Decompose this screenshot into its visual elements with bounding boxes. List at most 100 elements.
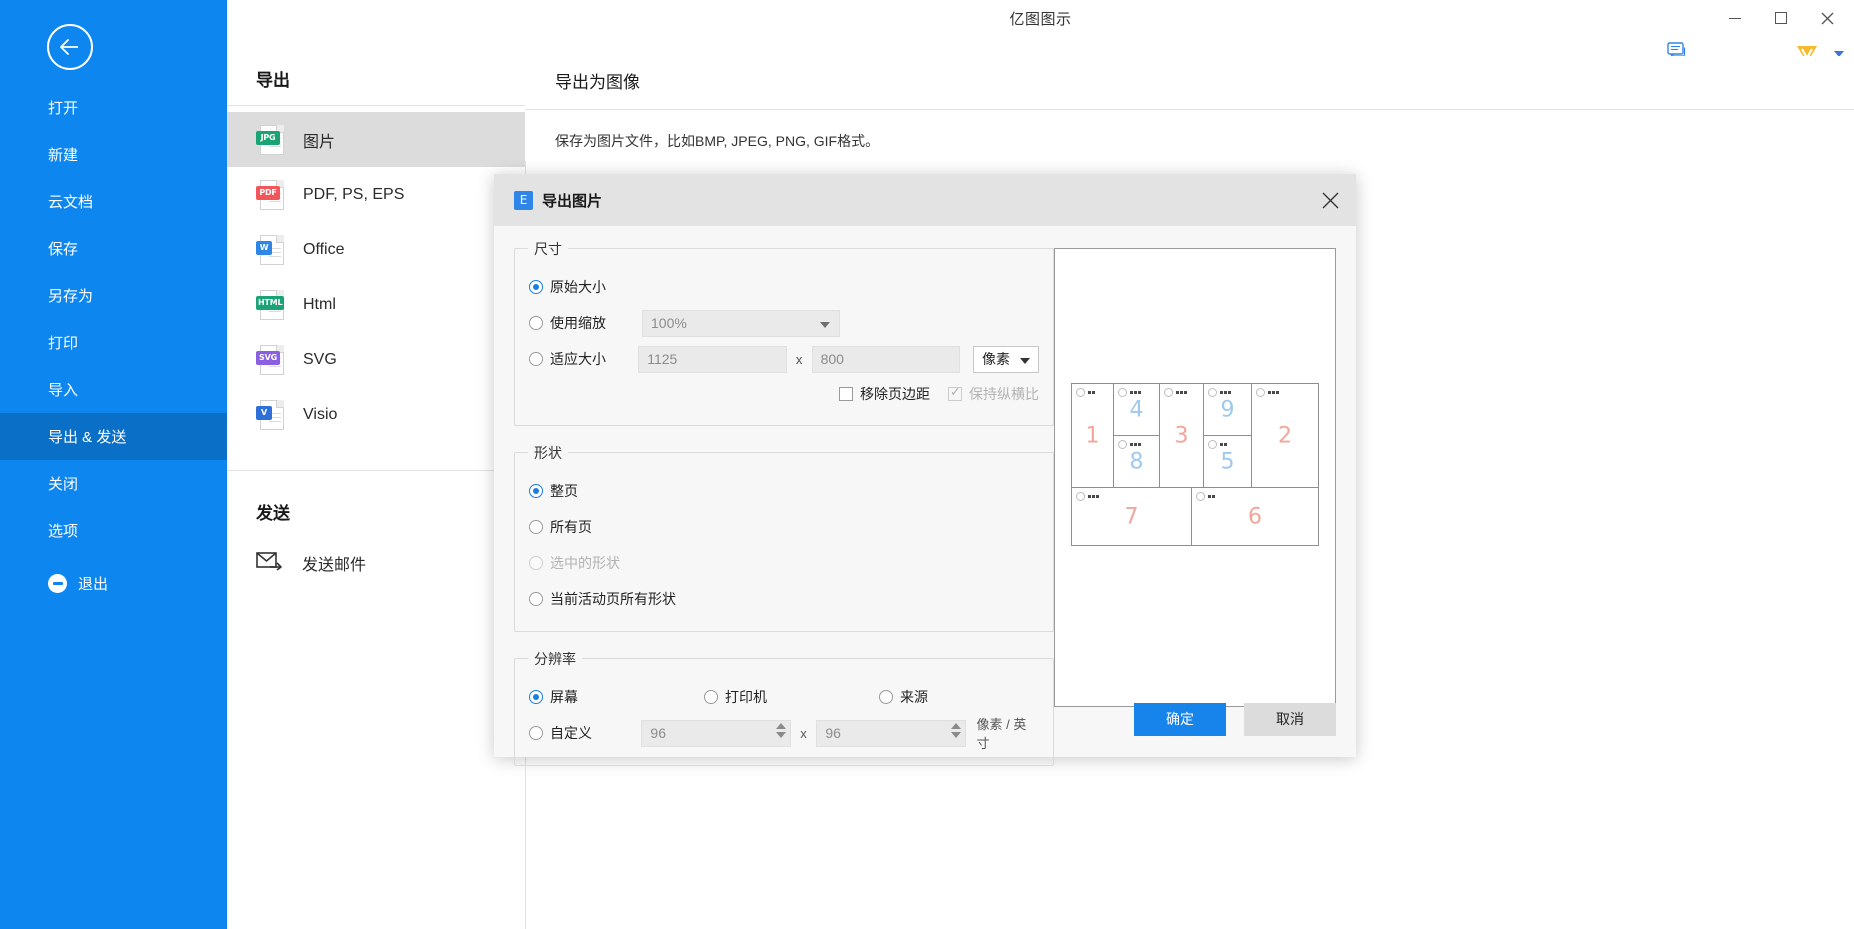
close-window-button[interactable] [1804,1,1850,35]
export-format-label: 图片 [303,133,336,151]
unit-dropdown[interactable]: 像素 [973,345,1039,373]
sidebar-item-label: 另存为 [48,288,94,305]
export-format-office[interactable]: W Office [227,222,525,277]
cancel-button[interactable]: 取消 [1244,702,1336,736]
fit-size-label: 适应大小 [550,351,606,367]
back-button[interactable] [47,24,93,70]
size-checkbox-row: 移除页边距 保持纵横比 [529,377,1039,411]
sidebar-item-print[interactable]: 打印 [0,319,227,366]
fit-size-row[interactable]: 适应大小 1125 x 800 像素 [529,341,1039,377]
all-pages-radio[interactable] [529,520,543,534]
sidebar-item-save-as[interactable]: 另存为 [0,272,227,319]
shape-option-label: 当前活动页所有形状 [550,591,676,607]
sidebar-item-label: 打印 [48,335,79,352]
export-format-pdf[interactable]: PDF PDF, PS, EPS [227,167,525,222]
preview-subcell-9: 9 [1204,384,1251,435]
maximize-icon [1775,12,1787,24]
original-size-radio[interactable] [529,280,543,294]
size-group: 尺寸 原始大小 使用缩放 100% 适应大小 1125 x 800 像素 移除页… [514,239,1054,426]
sidebar-item-label: 保存 [48,241,79,258]
shape-option-all-pages[interactable]: 所有页 [529,509,1039,545]
preview-cell-number: 7 [1124,504,1139,530]
mini-node-icon [1208,388,1231,397]
use-scale-row[interactable]: 使用缩放 100% [529,305,1039,341]
shape-option-label: 选中的形状 [550,555,620,571]
chevron-down-icon [1020,357,1030,364]
send-mail-item[interactable]: 发送邮件 [227,538,525,588]
sidebar-item-save[interactable]: 保存 [0,225,227,272]
height-input[interactable]: 800 [811,345,961,373]
remove-margin-checkbox[interactable] [839,387,853,401]
sidebar-item-new[interactable]: 新建 [0,131,227,178]
close-icon [1821,12,1833,24]
sidebar-nav: 打开 新建 云文档 保存 另存为 打印 导入 导出 & 发送 关闭 选项 退出 [0,84,227,607]
size-legend: 尺寸 [528,239,568,259]
preview-cell-number: 3 [1174,423,1189,449]
sidebar-item-options[interactable]: 选项 [0,507,227,554]
sidebar-item-label: 关闭 [48,476,79,493]
sidebar-item-exit[interactable]: 退出 [0,560,227,607]
export-format-visio[interactable]: V Visio [227,387,525,442]
dialog-close-button[interactable] [1312,182,1348,218]
export-format-svg[interactable]: SVG SVG [227,332,525,387]
export-format-label: SVG [303,350,337,368]
sidebar-item-export-and-send[interactable]: 导出 & 发送 [0,413,227,460]
sidebar-item-import[interactable]: 导入 [0,366,227,413]
export-format-html[interactable]: HTML Html [227,277,525,332]
preview-cell-number: 9 [1220,397,1235,423]
scale-dropdown[interactable]: 100% [642,309,840,337]
application-window: 亿图图示 ... 打开 新建 云文档 保存 另存为 打印 导入 导出 & 发送 … [0,0,1854,929]
detail-title: 导出为图像 [555,73,640,92]
sidebar-item-label: 新建 [48,147,79,164]
mini-node-icon [1076,388,1095,397]
preview-cell-9-5: 9 5 [1204,384,1252,488]
preview-top-row: 1 4 8 3 9 5 2 [1072,384,1318,488]
use-scale-radio[interactable] [529,316,543,330]
fit-size-radio[interactable] [529,352,543,366]
width-input[interactable]: 1125 [638,345,787,373]
export-heading: 导出 [256,71,290,90]
sidebar-item-close[interactable]: 关闭 [0,460,227,507]
shape-option-active-page-shapes[interactable]: 当前活动页所有形状 [529,581,1039,617]
use-scale-label: 使用缩放 [550,315,606,331]
preview-bottom-row: 7 6 [1072,487,1318,545]
original-size-label: 原始大小 [550,279,606,295]
window-title: 亿图图示 [1009,10,1072,28]
keep-ratio-label: 保持纵横比 [969,386,1039,402]
active-page-shapes-radio[interactable] [529,592,543,606]
maximize-button[interactable] [1758,1,1804,35]
mini-node-icon [1118,388,1141,397]
height-value: 800 [820,351,844,367]
shape-option-selected-shapes: 选中的形状 [529,545,1039,581]
remove-margin-checkbox-item[interactable]: 移除页边距 [839,384,930,404]
sidebar-item-open[interactable]: 打开 [0,84,227,131]
keep-ratio-checkbox-item: 保持纵横比 [948,384,1039,404]
preview-subcell-8: 8 [1114,435,1159,487]
dimension-separator: x [795,351,803,367]
minimize-button[interactable] [1712,1,1758,35]
export-format-list: JPG 图片 PDF PDF, PS, EPS W Office HTML Ht… [227,106,525,442]
export-format-label: Visio [303,405,338,423]
preview-cell-6: 6 [1192,488,1318,545]
export-format-image[interactable]: JPG 图片 [227,112,525,167]
shape-option-whole-page[interactable]: 整页 [529,473,1039,509]
ok-button[interactable]: 确定 [1134,702,1226,736]
original-size-row[interactable]: 原始大小 [529,269,1039,305]
send-mail-label: 发送邮件 [302,557,367,574]
shape-option-label: 所有页 [550,519,592,535]
html-file-icon: HTML [256,289,285,320]
sidebar-item-cloud-docs[interactable]: 云文档 [0,178,227,225]
mini-node-icon [1196,492,1215,502]
shape-legend: 形状 [528,443,568,463]
word-file-icon: W [256,234,284,265]
export-image-dialog: E 导出图片 尺寸 原始大小 使用缩放 100% 适应大小 1125 x 800… [494,174,1356,766]
detail-description: 保存为图片文件，比如BMP, JPEG, PNG, GIF格式。 [555,133,880,149]
sidebar-item-label: 打开 [48,100,79,117]
width-value: 1125 [647,351,678,367]
shape-option-label: 整页 [550,483,578,499]
jpg-file-icon: JPG [256,124,284,155]
preview-cell-2: 2 [1252,384,1318,488]
whole-page-radio[interactable] [529,484,543,498]
send-section: 发送 发送邮件 [227,470,525,588]
preview-subcell-4: 4 [1114,384,1159,435]
